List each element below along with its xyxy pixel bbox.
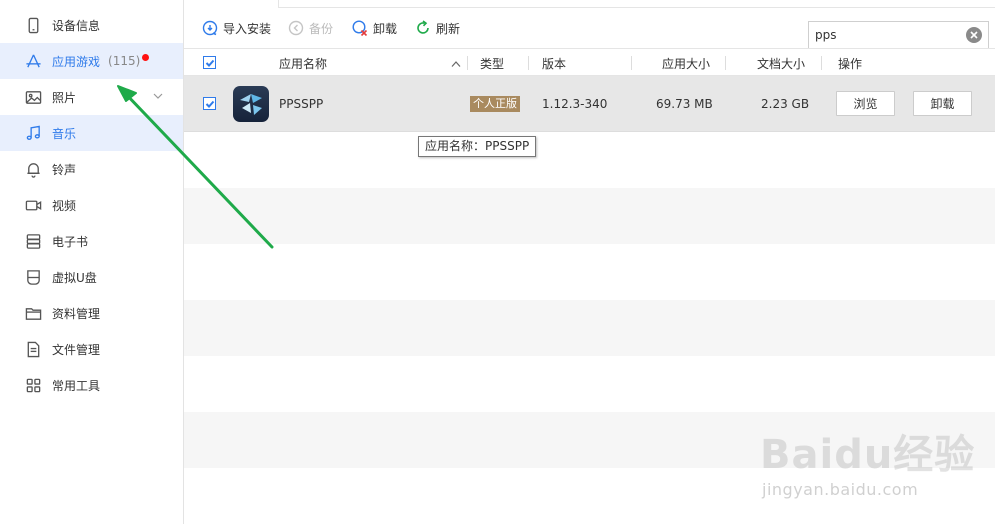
uninstall-icon [352,20,368,37]
sidebar-item-label: 资料管理 [52,306,101,321]
sidebar-item-label: 虚拟U盘 [52,270,97,285]
sidebar-item-label: 应用游戏 [52,54,101,69]
folder-icon [24,304,42,322]
sort-ascending-icon[interactable] [451,57,461,67]
column-header-doc-size[interactable]: 文档大小 [757,55,805,72]
phone-icon [24,16,42,34]
sidebar-item-apps-games[interactable]: 应用游戏 (115) [0,43,183,79]
empty-row [184,300,995,356]
sidebar-item-music[interactable]: 音乐 [0,115,183,151]
tab-fragment[interactable] [184,0,279,8]
apps-icon [24,52,42,70]
app-name: PPSSPP [279,97,324,111]
row-uninstall-button[interactable]: 卸载 [913,91,972,116]
column-divider [528,56,529,70]
sidebar-item-tools[interactable]: 常用工具 [0,367,183,403]
doc-size: 2.23 GB [761,97,810,111]
column-divider [725,56,726,70]
sidebar-item-label: 视频 [52,198,77,213]
checkmark-icon [205,59,214,67]
sidebar-item-label: 文件管理 [52,342,101,357]
column-divider [821,56,822,70]
column-header-name[interactable]: 应用名称 [279,55,327,72]
column-header-version[interactable]: 版本 [542,55,566,72]
notification-dot [142,53,150,61]
sidebar-item-ringtones[interactable]: 铃声 [0,151,183,187]
select-all-checkbox[interactable] [203,56,216,69]
column-header-app-size[interactable]: 应用大小 [662,55,710,72]
grid-icon [24,376,42,394]
empty-row [184,412,995,468]
sidebar-item-virtual-usb[interactable]: 虚拟U盘 [0,259,183,295]
refresh-label: 刷新 [436,21,461,36]
uninstall-button[interactable]: 卸载 [352,19,397,37]
column-header-type[interactable]: 类型 [480,55,504,72]
toolbar: 导入安装 备份 卸载 刷新 [184,8,995,49]
column-divider [467,56,468,70]
image-icon [24,88,42,106]
row-checkbox[interactable] [203,97,216,110]
backup-label: 备份 [309,21,334,36]
main-panel: 导入安装 备份 卸载 刷新 pps 应用名称 类型 版本 应用大小 文档大小 操… [184,0,995,524]
table-row[interactable]: PPSSPP 个人正版 1.12.3-340 69.73 MB 2.23 GB … [184,76,995,132]
sidebar-item-label: 电子书 [52,234,89,249]
search-input[interactable] [809,22,959,48]
checkmark-icon [205,100,214,108]
refresh-button[interactable]: 刷新 [415,19,460,37]
usb-drive-icon [24,268,42,286]
sidebar-item-file-management[interactable]: 文件管理 [0,331,183,367]
app-size: 69.73 MB [656,97,713,111]
uninstall-label: 卸载 [373,21,398,36]
book-icon [24,232,42,250]
sidebar-item-ebooks[interactable]: 电子书 [0,223,183,259]
backup-icon [288,20,304,36]
sidebar-item-videos[interactable]: 视频 [0,187,183,223]
sidebar: 设备信息 应用游戏 (115) 照片 音乐 铃声 视频 电子书 虚拟U盘 资料管… [0,0,184,524]
empty-row [184,132,995,188]
ppsspp-app-icon [233,86,269,122]
app-name-tooltip: 应用名称：PPSSPP [418,136,537,157]
empty-row [184,188,995,244]
column-header-action: 操作 [838,57,863,71]
file-icon [24,340,42,358]
backup-button[interactable]: 备份 [288,19,333,37]
chevron-down-icon[interactable] [151,89,165,103]
refresh-icon [415,20,431,36]
sidebar-item-device-info[interactable]: 设备信息 [0,7,183,43]
import-install-button[interactable]: 导入安装 [202,19,271,37]
type-badge: 个人正版 [470,96,520,112]
sidebar-item-photos[interactable]: 照片 [0,79,183,115]
music-icon [24,124,42,142]
sidebar-item-label: 常用工具 [52,378,101,393]
empty-row [184,356,995,412]
sidebar-item-label: 照片 [52,90,77,105]
clear-search-icon[interactable] [966,27,982,43]
sidebar-item-data-management[interactable]: 资料管理 [0,295,183,331]
sidebar-item-label: 铃声 [52,162,77,177]
sidebar-item-label: 音乐 [52,126,77,141]
app-version: 1.12.3-340 [542,97,608,111]
import-label: 导入安装 [223,21,272,36]
import-icon [202,20,218,36]
empty-row [184,468,995,524]
empty-row [184,244,995,300]
browse-button[interactable]: 浏览 [836,91,895,116]
table-header: 应用名称 类型 版本 应用大小 文档大小 操作 [184,48,995,76]
search-box [808,21,989,49]
column-divider [631,56,632,70]
app-count: (115) [108,54,141,68]
bell-icon [24,160,42,178]
tab-strip [184,0,995,8]
sidebar-item-label: 设备信息 [52,18,101,33]
video-icon [24,196,42,214]
